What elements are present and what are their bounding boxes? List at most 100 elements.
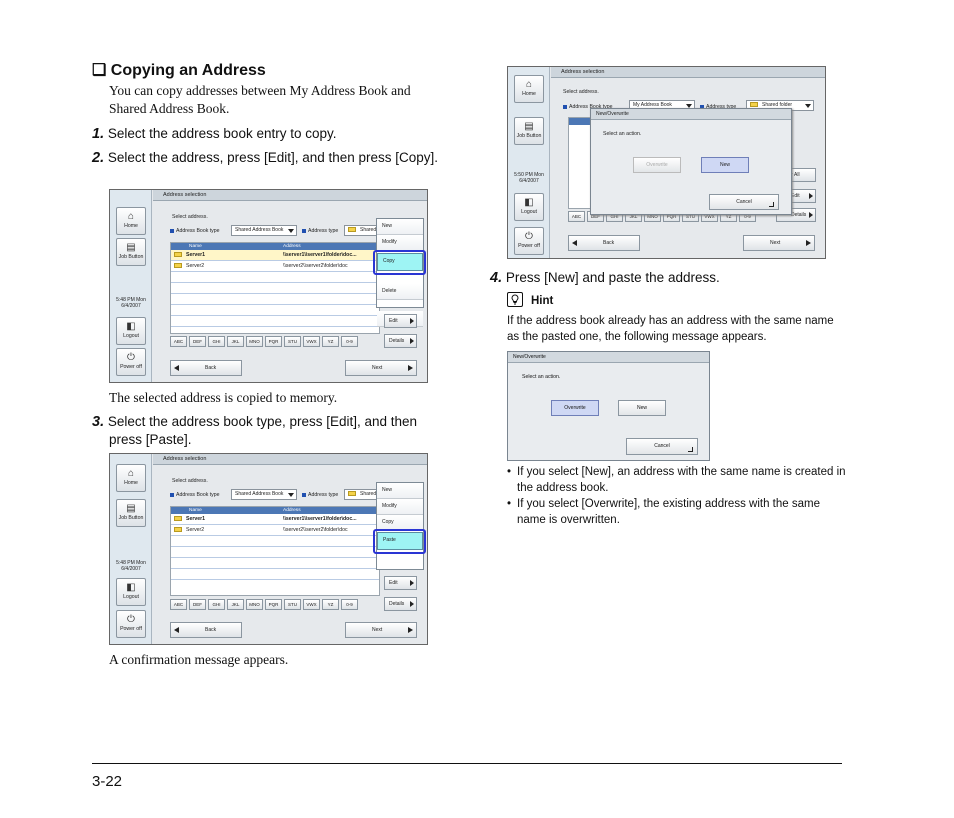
select-address-label: Select address. <box>172 478 208 484</box>
alpha-button[interactable]: VWX <box>303 599 320 610</box>
address-type-combo[interactable]: Shared <box>344 225 379 236</box>
alpha-button[interactable]: ABC <box>568 211 585 222</box>
bullet-icon <box>563 104 567 109</box>
chevron-right-icon <box>410 318 414 324</box>
address-type-combo[interactable]: Shared <box>344 489 379 500</box>
logout-icon: ◧ <box>126 321 136 332</box>
table-header: Name Address <box>171 243 379 250</box>
back-button[interactable]: Back <box>170 622 242 638</box>
back-button[interactable]: Back <box>170 360 242 376</box>
alpha-button[interactable]: PQR <box>265 599 282 610</box>
sidebar: ⌂ Home ▤ Job Button 5:50 PM Mon 6/4/2007 ◧ L… <box>508 67 550 258</box>
alpha-button[interactable]: 0-9 <box>341 599 358 610</box>
next-button[interactable]: Next <box>743 235 815 251</box>
hint-text: If the address book already has an addre… <box>507 315 834 343</box>
details-button[interactable]: Details <box>384 334 417 348</box>
chevron-right-icon <box>410 580 414 586</box>
bullet-icon <box>302 228 306 233</box>
book-type-label: Address Book type <box>170 228 220 234</box>
alpha-button[interactable]: 0-9 <box>341 336 358 347</box>
next-arrow-icon <box>408 365 413 371</box>
table-row <box>171 294 379 305</box>
edit-button[interactable]: Edit <box>384 314 417 328</box>
dialog-title: New/Overwrite <box>508 352 709 363</box>
table-row <box>171 536 379 547</box>
next-button[interactable]: Next <box>345 360 417 376</box>
alpha-button[interactable]: YZ <box>322 336 339 347</box>
home-button[interactable]: ⌂ Home <box>514 75 544 103</box>
home-button[interactable]: ⌂ Home <box>116 207 146 235</box>
dropdown-arrow-icon <box>805 104 811 108</box>
job-button[interactable]: ▤ Job Button <box>116 238 146 266</box>
menu-item-delete[interactable]: Delete <box>377 284 423 300</box>
logout-button[interactable]: ◧ Logout <box>116 317 146 345</box>
next-button[interactable]: Next <box>345 622 417 638</box>
back-button[interactable]: Back <box>568 235 640 251</box>
chevron-right-icon <box>410 601 414 607</box>
alpha-button[interactable]: DEF <box>189 336 206 347</box>
power-off-button[interactable]: ⏻ Power off <box>514 227 544 255</box>
return-icon <box>769 202 774 207</box>
address-type-label: Address type <box>302 228 338 234</box>
alpha-button[interactable]: GHI <box>208 336 225 347</box>
address-table <box>568 117 592 209</box>
checkbox-icon: ❑ <box>92 62 107 79</box>
edit-button[interactable]: Edit <box>384 576 417 590</box>
book-type-combo[interactable]: Shared Address Book <box>231 489 297 500</box>
hint-icon <box>507 292 523 307</box>
job-button[interactable]: ▤ Job Button <box>514 117 544 145</box>
alpha-button[interactable]: MNO <box>246 599 263 610</box>
step-1: 1. Select the address book entry to copy… <box>92 125 442 143</box>
alpha-button[interactable]: YZ <box>322 599 339 610</box>
alpha-button[interactable]: GHI <box>208 599 225 610</box>
table-row[interactable]: Server1 \\server1\\server1\folder\doc... <box>171 250 379 261</box>
home-button[interactable]: ⌂ Home <box>116 464 146 492</box>
new-overwrite-dialog: New/Overwrite Select an action. Overwrit… <box>590 108 792 215</box>
step-number: 1. <box>92 126 105 142</box>
folder-icon <box>348 227 356 233</box>
table-row[interactable]: Server1 \\server1\\server1\folder\doc... <box>171 514 379 525</box>
alpha-button[interactable]: STU <box>284 599 301 610</box>
table-row[interactable]: Server2 \\server2\\server2\folder\doc <box>171 261 379 272</box>
alpha-button[interactable]: DEF <box>189 599 206 610</box>
cancel-button[interactable]: Cancel <box>709 194 779 210</box>
details-button[interactable]: Details <box>384 597 417 611</box>
bullet-icon: • <box>507 466 512 478</box>
footer-rule <box>92 763 842 764</box>
dialog-title: New/Overwrite <box>591 109 791 120</box>
folder-icon <box>348 491 356 497</box>
alpha-button[interactable]: ABC <box>170 599 187 610</box>
power-icon: ⏻ <box>525 231 533 242</box>
alpha-button[interactable]: ABC <box>170 336 187 347</box>
folder-icon <box>174 252 182 258</box>
menu-item-new[interactable]: New <box>377 219 423 235</box>
list-item: • If you select [New], an address with th… <box>507 466 846 494</box>
alpha-button[interactable]: PQR <box>265 336 282 347</box>
chevron-right-icon <box>809 212 813 218</box>
logout-button[interactable]: ◧ Logout <box>116 578 146 606</box>
logout-button[interactable]: ◧ Logout <box>514 193 544 221</box>
job-button[interactable]: ▤ Job Button <box>116 499 146 527</box>
cancel-button[interactable]: Cancel <box>626 438 698 455</box>
menu-item-modify[interactable]: Modify <box>377 499 423 515</box>
alpha-button[interactable]: JKL <box>227 336 244 347</box>
alpha-button[interactable]: JKL <box>227 599 244 610</box>
chevron-right-icon <box>809 193 813 199</box>
home-icon: ⌂ <box>127 211 135 222</box>
alpha-button[interactable]: VWX <box>303 336 320 347</box>
overwrite-button[interactable]: Overwrite <box>633 157 681 173</box>
power-off-button[interactable]: ⏻ Power off <box>116 610 146 638</box>
alpha-button[interactable]: STU <box>284 336 301 347</box>
new-button[interactable]: New <box>618 400 666 416</box>
menu-item-new[interactable]: New <box>377 483 423 499</box>
table-row <box>171 316 379 327</box>
book-type-combo[interactable]: Shared Address Book <box>231 225 297 236</box>
menu-item-modify[interactable]: Modify <box>377 235 423 251</box>
table-header: Name Address <box>171 507 379 514</box>
power-off-button[interactable]: ⏻ Power off <box>116 348 146 376</box>
overwrite-button[interactable]: Overwrite <box>551 400 599 416</box>
alpha-button[interactable]: MNO <box>246 336 263 347</box>
table-row[interactable]: Server2 \\server2\\server2\folder\doc <box>171 525 379 536</box>
logout-icon: ◧ <box>524 197 534 208</box>
new-button[interactable]: New <box>701 157 749 173</box>
